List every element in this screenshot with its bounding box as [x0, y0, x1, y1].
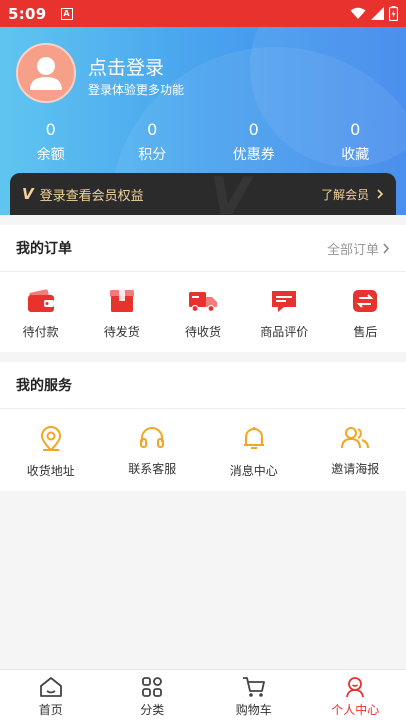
- headset-icon: [140, 427, 165, 448]
- order-item-label: 待发货: [103, 325, 140, 339]
- wifi-icon: [350, 7, 366, 19]
- service-invite-poster[interactable]: 邀请海报: [305, 426, 406, 479]
- login-subtitle: 登录体验更多功能: [88, 83, 185, 97]
- order-pending-receipt[interactable]: 待收货: [162, 289, 243, 340]
- user-icon: [30, 57, 62, 90]
- chevron-right-icon: [377, 188, 384, 199]
- service-address[interactable]: 收货地址: [0, 426, 102, 479]
- order-item-label: 商品评价: [260, 325, 309, 339]
- home-icon: [39, 677, 62, 697]
- login-title[interactable]: 点击登录: [88, 53, 164, 80]
- profile-icon: [346, 677, 365, 698]
- service-item-label: 消息中心: [229, 464, 278, 478]
- exchange-icon: [353, 290, 378, 312]
- wallet-icon: [27, 289, 54, 312]
- status-indicators: [350, 6, 398, 21]
- services-header: 我的服务: [0, 362, 406, 409]
- stat-label: 收藏: [341, 147, 370, 163]
- stat-value: 0: [147, 120, 158, 139]
- cart-icon: [242, 677, 265, 697]
- stat-coupons[interactable]: 0 优惠券: [203, 121, 305, 164]
- stat-label: 余额: [36, 147, 65, 163]
- package-icon: [109, 290, 134, 312]
- stat-balance[interactable]: 0 余额: [0, 121, 102, 164]
- orders-card: 我的订单 全部订单 待付款 待发货 待收货 商品评价 售后: [0, 225, 406, 352]
- truck-icon: [189, 292, 217, 313]
- stat-label: 积分: [138, 147, 167, 163]
- stat-points[interactable]: 0 积分: [102, 121, 204, 164]
- bottom-tab-bar: 首页 分类 购物车 个人中心: [0, 669, 406, 723]
- orders-header: 我的订单 全部订单: [0, 225, 406, 272]
- service-support[interactable]: 联系客服: [102, 426, 204, 479]
- tab-profile[interactable]: 个人中心: [305, 670, 406, 723]
- tab-label: 购物车: [235, 703, 272, 717]
- chevron-right-icon: [383, 242, 390, 254]
- status-bar: 5:09 A: [0, 0, 406, 27]
- member-link-label: 了解会员: [321, 187, 370, 202]
- services-card: 我的服务 收货地址 联系客服 消息中心 邀请海报: [0, 362, 406, 491]
- member-text: 登录查看会员权益: [39, 188, 144, 204]
- order-after-sales[interactable]: 售后: [325, 289, 406, 340]
- avatar[interactable]: [16, 43, 76, 103]
- notification-a-icon: A: [60, 7, 73, 20]
- stat-value: 0: [45, 120, 56, 139]
- order-review[interactable]: 商品评价: [244, 289, 325, 340]
- tab-home[interactable]: 首页: [0, 670, 102, 723]
- order-pending-payment[interactable]: 待付款: [0, 289, 81, 340]
- stat-value: 0: [248, 120, 259, 139]
- signal-icon: [371, 7, 384, 20]
- tab-category[interactable]: 分类: [102, 670, 204, 723]
- services-title: 我的服务: [16, 378, 72, 394]
- member-watermark-icon: V: [210, 173, 251, 215]
- stat-label: 优惠券: [232, 147, 275, 163]
- status-time: 5:09: [8, 4, 47, 23]
- bell-icon: [243, 427, 264, 449]
- tab-cart[interactable]: 购物车: [203, 670, 305, 723]
- profile-header: 点击登录 登录体验更多功能 0 余额 0 积分 0 优惠券 0 收藏 V V 登…: [0, 27, 406, 215]
- orders-grid: 待付款 待发货 待收货 商品评价 售后: [0, 272, 406, 340]
- comment-icon: [272, 291, 297, 312]
- battery-icon: [389, 6, 398, 21]
- order-item-label: 售后: [353, 325, 378, 339]
- services-grid: 收货地址 联系客服 消息中心 邀请海报: [0, 409, 406, 479]
- order-pending-shipment[interactable]: 待发货: [81, 289, 162, 340]
- tab-label: 首页: [38, 703, 63, 717]
- stat-value: 0: [350, 120, 361, 139]
- service-item-label: 收货地址: [26, 464, 75, 478]
- member-v-icon: V: [22, 185, 34, 203]
- category-icon: [142, 677, 163, 697]
- tab-label: 分类: [140, 703, 165, 717]
- stats-row: 0 余额 0 积分 0 优惠券 0 收藏: [0, 121, 406, 164]
- order-item-label: 待付款: [22, 325, 59, 339]
- all-orders-link[interactable]: 全部订单: [327, 239, 390, 258]
- orders-title: 我的订单: [16, 241, 72, 257]
- member-banner[interactable]: V V 登录查看会员权益 了解会员: [10, 173, 396, 215]
- people-icon: [341, 427, 370, 449]
- location-icon: [40, 426, 61, 452]
- member-link[interactable]: 了解会员: [321, 186, 384, 203]
- all-orders-label: 全部订单: [326, 242, 379, 258]
- service-item-label: 邀请海报: [331, 462, 380, 476]
- stat-favorites[interactable]: 0 收藏: [305, 121, 406, 164]
- service-item-label: 联系客服: [128, 462, 177, 476]
- service-messages[interactable]: 消息中心: [203, 426, 305, 479]
- order-item-label: 待收货: [185, 325, 222, 339]
- tab-label: 个人中心: [331, 703, 380, 717]
